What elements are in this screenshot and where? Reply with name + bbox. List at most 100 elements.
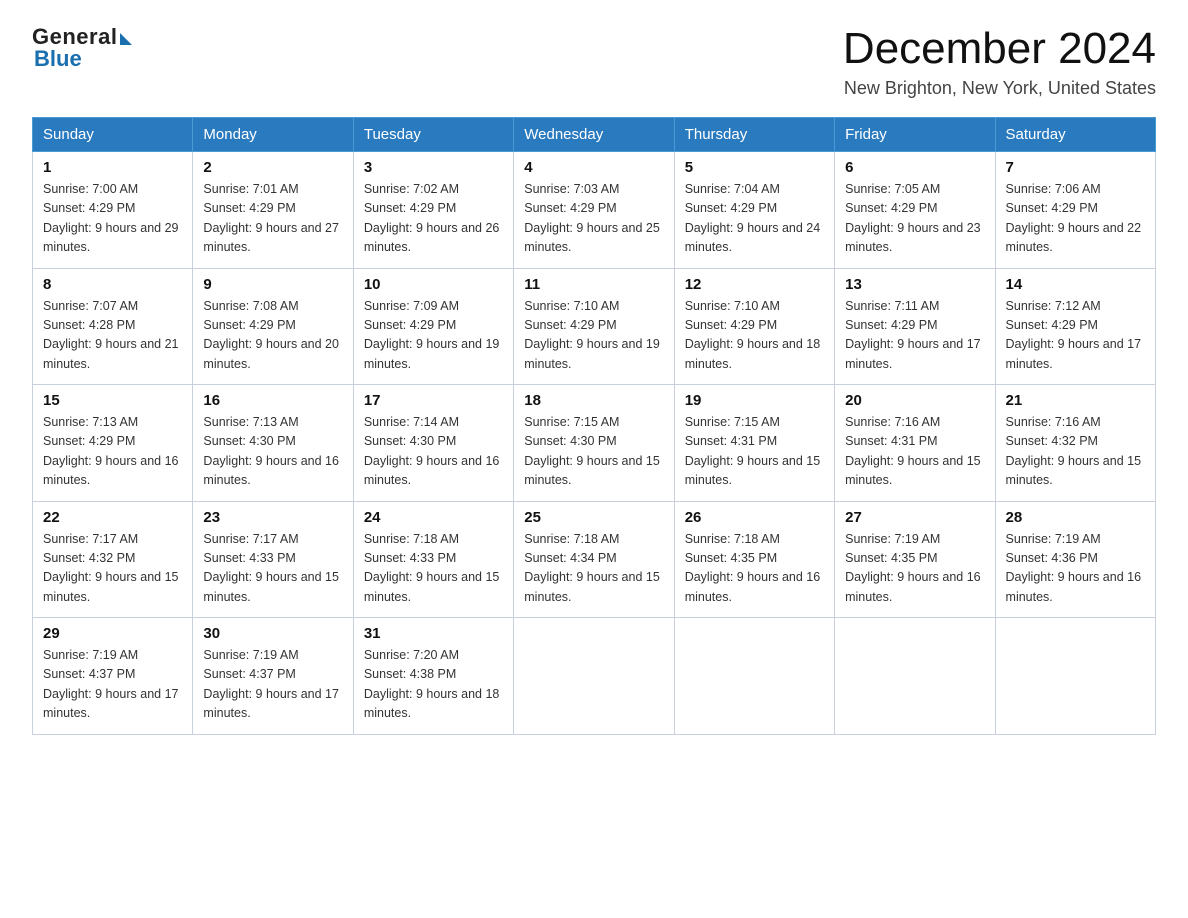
day-info: Sunrise: 7:03 AMSunset: 4:29 PMDaylight:… xyxy=(524,182,660,254)
table-row: 1 Sunrise: 7:00 AMSunset: 4:29 PMDayligh… xyxy=(33,152,193,269)
day-info: Sunrise: 7:19 AMSunset: 4:35 PMDaylight:… xyxy=(845,532,981,604)
day-number: 29 xyxy=(43,625,182,642)
table-row: 31 Sunrise: 7:20 AMSunset: 4:38 PMDaylig… xyxy=(353,618,513,735)
col-monday: Monday xyxy=(193,118,353,152)
table-row xyxy=(835,618,995,735)
calendar-week-row: 8 Sunrise: 7:07 AMSunset: 4:28 PMDayligh… xyxy=(33,268,1156,385)
table-row: 13 Sunrise: 7:11 AMSunset: 4:29 PMDaylig… xyxy=(835,268,995,385)
table-row: 28 Sunrise: 7:19 AMSunset: 4:36 PMDaylig… xyxy=(995,501,1155,618)
day-number: 14 xyxy=(1006,276,1145,293)
table-row: 17 Sunrise: 7:14 AMSunset: 4:30 PMDaylig… xyxy=(353,385,513,502)
calendar-week-row: 29 Sunrise: 7:19 AMSunset: 4:37 PMDaylig… xyxy=(33,618,1156,735)
day-info: Sunrise: 7:11 AMSunset: 4:29 PMDaylight:… xyxy=(845,299,981,371)
day-info: Sunrise: 7:09 AMSunset: 4:29 PMDaylight:… xyxy=(364,299,500,371)
day-info: Sunrise: 7:06 AMSunset: 4:29 PMDaylight:… xyxy=(1006,182,1142,254)
col-friday: Friday xyxy=(835,118,995,152)
day-number: 15 xyxy=(43,392,182,409)
day-number: 2 xyxy=(203,159,342,176)
day-info: Sunrise: 7:17 AMSunset: 4:32 PMDaylight:… xyxy=(43,532,179,604)
day-info: Sunrise: 7:12 AMSunset: 4:29 PMDaylight:… xyxy=(1006,299,1142,371)
day-info: Sunrise: 7:14 AMSunset: 4:30 PMDaylight:… xyxy=(364,415,500,487)
day-number: 17 xyxy=(364,392,503,409)
day-info: Sunrise: 7:10 AMSunset: 4:29 PMDaylight:… xyxy=(524,299,660,371)
month-year-title: December 2024 xyxy=(843,24,1156,74)
calendar-header-row: Sunday Monday Tuesday Wednesday Thursday… xyxy=(33,118,1156,152)
day-info: Sunrise: 7:05 AMSunset: 4:29 PMDaylight:… xyxy=(845,182,981,254)
day-info: Sunrise: 7:13 AMSunset: 4:29 PMDaylight:… xyxy=(43,415,179,487)
day-number: 30 xyxy=(203,625,342,642)
table-row: 20 Sunrise: 7:16 AMSunset: 4:31 PMDaylig… xyxy=(835,385,995,502)
table-row xyxy=(514,618,674,735)
day-number: 1 xyxy=(43,159,182,176)
day-info: Sunrise: 7:01 AMSunset: 4:29 PMDaylight:… xyxy=(203,182,339,254)
day-number: 20 xyxy=(845,392,984,409)
table-row: 5 Sunrise: 7:04 AMSunset: 4:29 PMDayligh… xyxy=(674,152,834,269)
day-info: Sunrise: 7:18 AMSunset: 4:34 PMDaylight:… xyxy=(524,532,660,604)
day-info: Sunrise: 7:07 AMSunset: 4:28 PMDaylight:… xyxy=(43,299,179,371)
col-tuesday: Tuesday xyxy=(353,118,513,152)
day-number: 16 xyxy=(203,392,342,409)
day-info: Sunrise: 7:18 AMSunset: 4:35 PMDaylight:… xyxy=(685,532,821,604)
day-number: 27 xyxy=(845,509,984,526)
col-thursday: Thursday xyxy=(674,118,834,152)
day-info: Sunrise: 7:20 AMSunset: 4:38 PMDaylight:… xyxy=(364,648,500,720)
day-number: 12 xyxy=(685,276,824,293)
day-info: Sunrise: 7:15 AMSunset: 4:31 PMDaylight:… xyxy=(685,415,821,487)
logo-arrow-icon xyxy=(120,33,132,45)
calendar-table: Sunday Monday Tuesday Wednesday Thursday… xyxy=(32,117,1156,735)
day-number: 9 xyxy=(203,276,342,293)
table-row: 15 Sunrise: 7:13 AMSunset: 4:29 PMDaylig… xyxy=(33,385,193,502)
day-info: Sunrise: 7:13 AMSunset: 4:30 PMDaylight:… xyxy=(203,415,339,487)
table-row: 22 Sunrise: 7:17 AMSunset: 4:32 PMDaylig… xyxy=(33,501,193,618)
day-info: Sunrise: 7:16 AMSunset: 4:31 PMDaylight:… xyxy=(845,415,981,487)
table-row: 24 Sunrise: 7:18 AMSunset: 4:33 PMDaylig… xyxy=(353,501,513,618)
title-block: December 2024 New Brighton, New York, Un… xyxy=(843,24,1156,99)
day-number: 21 xyxy=(1006,392,1145,409)
day-number: 24 xyxy=(364,509,503,526)
table-row: 23 Sunrise: 7:17 AMSunset: 4:33 PMDaylig… xyxy=(193,501,353,618)
day-info: Sunrise: 7:17 AMSunset: 4:33 PMDaylight:… xyxy=(203,532,339,604)
day-number: 4 xyxy=(524,159,663,176)
day-number: 25 xyxy=(524,509,663,526)
location-subtitle: New Brighton, New York, United States xyxy=(843,78,1156,99)
table-row: 11 Sunrise: 7:10 AMSunset: 4:29 PMDaylig… xyxy=(514,268,674,385)
table-row: 14 Sunrise: 7:12 AMSunset: 4:29 PMDaylig… xyxy=(995,268,1155,385)
logo-blue-text: Blue xyxy=(34,46,82,72)
table-row: 25 Sunrise: 7:18 AMSunset: 4:34 PMDaylig… xyxy=(514,501,674,618)
table-row: 4 Sunrise: 7:03 AMSunset: 4:29 PMDayligh… xyxy=(514,152,674,269)
table-row: 29 Sunrise: 7:19 AMSunset: 4:37 PMDaylig… xyxy=(33,618,193,735)
col-sunday: Sunday xyxy=(33,118,193,152)
day-number: 23 xyxy=(203,509,342,526)
table-row: 8 Sunrise: 7:07 AMSunset: 4:28 PMDayligh… xyxy=(33,268,193,385)
day-info: Sunrise: 7:15 AMSunset: 4:30 PMDaylight:… xyxy=(524,415,660,487)
table-row: 3 Sunrise: 7:02 AMSunset: 4:29 PMDayligh… xyxy=(353,152,513,269)
table-row: 27 Sunrise: 7:19 AMSunset: 4:35 PMDaylig… xyxy=(835,501,995,618)
table-row: 7 Sunrise: 7:06 AMSunset: 4:29 PMDayligh… xyxy=(995,152,1155,269)
day-info: Sunrise: 7:19 AMSunset: 4:37 PMDaylight:… xyxy=(43,648,179,720)
calendar-week-row: 22 Sunrise: 7:17 AMSunset: 4:32 PMDaylig… xyxy=(33,501,1156,618)
col-wednesday: Wednesday xyxy=(514,118,674,152)
day-info: Sunrise: 7:19 AMSunset: 4:36 PMDaylight:… xyxy=(1006,532,1142,604)
table-row: 26 Sunrise: 7:18 AMSunset: 4:35 PMDaylig… xyxy=(674,501,834,618)
day-number: 11 xyxy=(524,276,663,293)
table-row: 12 Sunrise: 7:10 AMSunset: 4:29 PMDaylig… xyxy=(674,268,834,385)
table-row xyxy=(674,618,834,735)
day-info: Sunrise: 7:16 AMSunset: 4:32 PMDaylight:… xyxy=(1006,415,1142,487)
day-number: 13 xyxy=(845,276,984,293)
table-row: 9 Sunrise: 7:08 AMSunset: 4:29 PMDayligh… xyxy=(193,268,353,385)
calendar-week-row: 15 Sunrise: 7:13 AMSunset: 4:29 PMDaylig… xyxy=(33,385,1156,502)
day-info: Sunrise: 7:18 AMSunset: 4:33 PMDaylight:… xyxy=(364,532,500,604)
table-row: 30 Sunrise: 7:19 AMSunset: 4:37 PMDaylig… xyxy=(193,618,353,735)
table-row: 2 Sunrise: 7:01 AMSunset: 4:29 PMDayligh… xyxy=(193,152,353,269)
day-number: 10 xyxy=(364,276,503,293)
day-number: 8 xyxy=(43,276,182,293)
day-number: 5 xyxy=(685,159,824,176)
day-info: Sunrise: 7:10 AMSunset: 4:29 PMDaylight:… xyxy=(685,299,821,371)
day-info: Sunrise: 7:00 AMSunset: 4:29 PMDaylight:… xyxy=(43,182,179,254)
col-saturday: Saturday xyxy=(995,118,1155,152)
table-row: 19 Sunrise: 7:15 AMSunset: 4:31 PMDaylig… xyxy=(674,385,834,502)
logo: General Blue xyxy=(32,24,132,72)
table-row: 10 Sunrise: 7:09 AMSunset: 4:29 PMDaylig… xyxy=(353,268,513,385)
page-header: General Blue December 2024 New Brighton,… xyxy=(32,24,1156,99)
day-number: 22 xyxy=(43,509,182,526)
